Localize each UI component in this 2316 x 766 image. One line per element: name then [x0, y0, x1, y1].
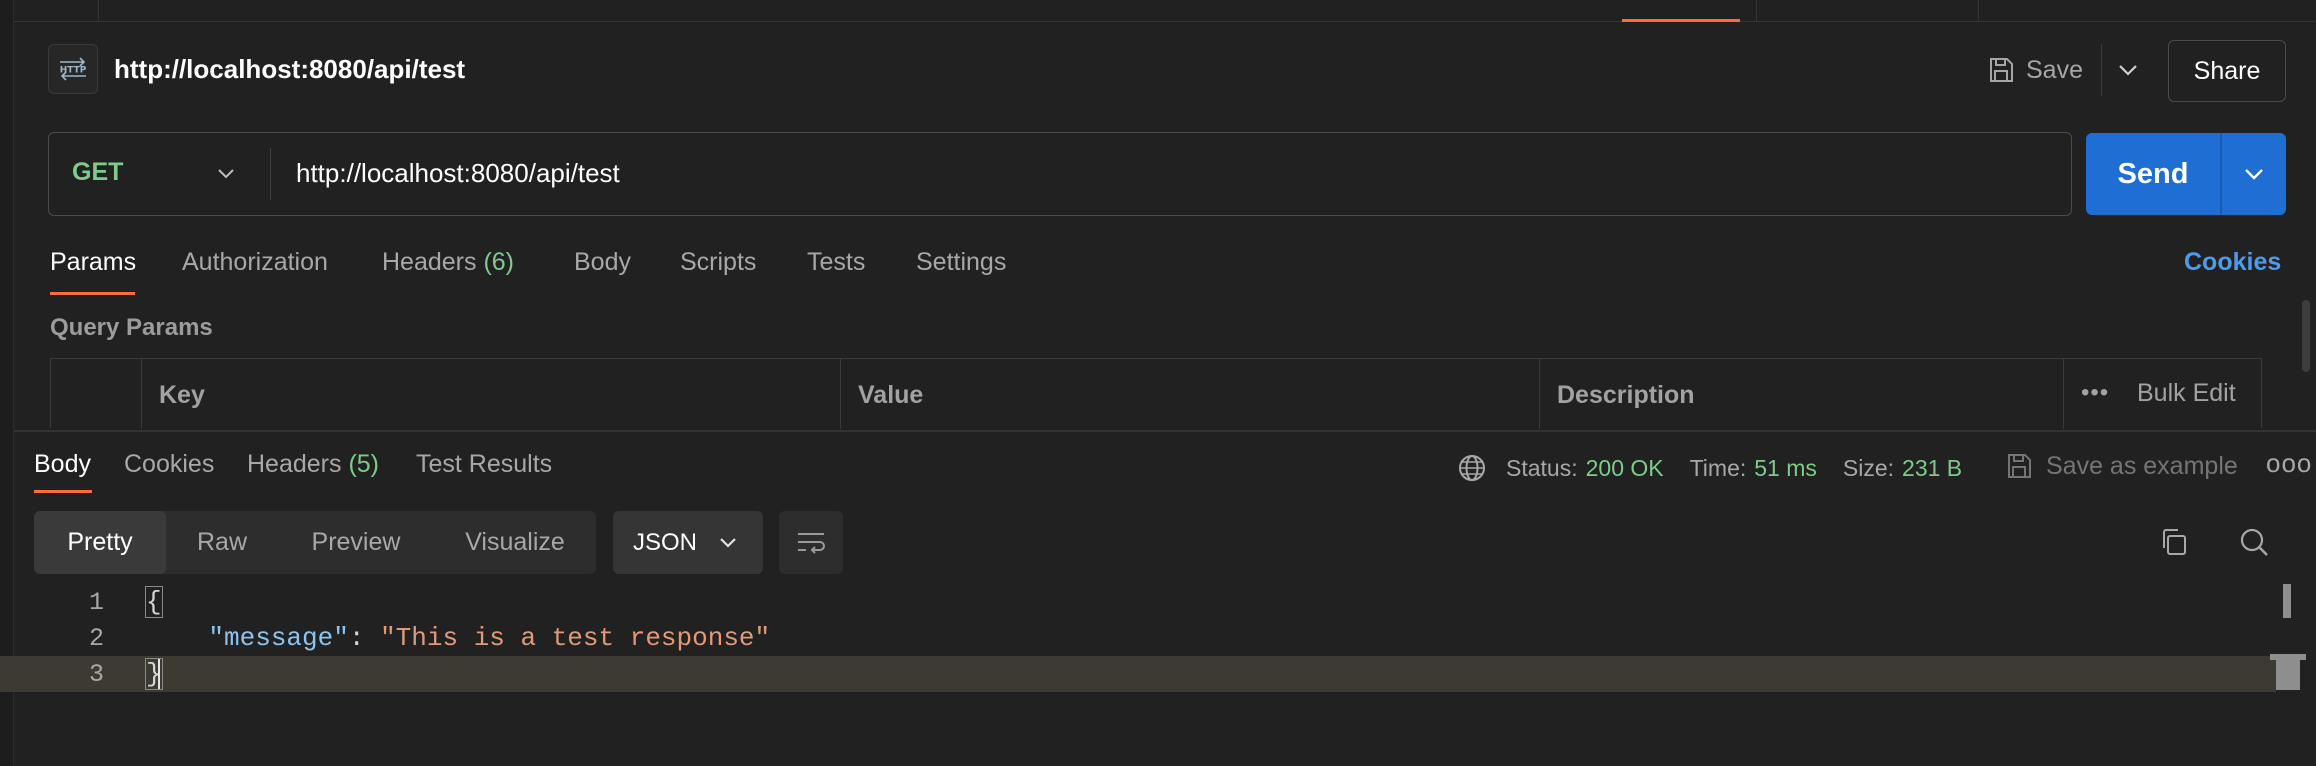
- json-key: "message": [208, 623, 349, 653]
- response-headers-label: Headers: [247, 450, 342, 478]
- cookies-link[interactable]: Cookies: [2184, 248, 2281, 277]
- search-icon[interactable]: [2236, 524, 2272, 560]
- code-text: "message": "This is a test response": [146, 623, 770, 653]
- tab-separator: [98, 0, 99, 22]
- active-tab-indicator: [1622, 19, 1740, 22]
- save-label: Save: [2026, 55, 2083, 84]
- mode-preview[interactable]: Preview: [278, 511, 434, 574]
- globe-icon[interactable]: [1456, 452, 1488, 484]
- more-options-icon[interactable]: •••: [2081, 379, 2109, 407]
- tab-scripts[interactable]: Scripts: [680, 248, 756, 277]
- tab-settings[interactable]: Settings: [916, 248, 1006, 277]
- size-label: Size:: [1842, 454, 1895, 481]
- save-icon: [1990, 58, 2013, 82]
- tab-separator: [1756, 0, 1757, 22]
- format-label: JSON: [633, 528, 698, 556]
- column-header-key: Key: [159, 381, 205, 409]
- text-cursor: [157, 659, 160, 690]
- code-line[interactable]: 1 {: [0, 584, 2276, 620]
- open-brace: {: [145, 586, 163, 618]
- code-line[interactable]: 2 "message": "This is a test response": [0, 620, 2276, 656]
- table-column-divider: [2063, 359, 2064, 429]
- code-text: }: [145, 658, 163, 690]
- response-tab-cookies[interactable]: Cookies: [124, 450, 214, 479]
- url-input[interactable]: [296, 158, 2036, 189]
- save-icon: [2008, 454, 2031, 478]
- format-select[interactable]: JSON: [613, 511, 763, 574]
- headers-count: (6): [483, 248, 515, 276]
- response-status-bar: Status: 200 OK Time: 51 ms Size: 231 B: [1456, 448, 1988, 488]
- copy-icon[interactable]: [2156, 524, 2192, 560]
- response-headers-count: (5): [348, 450, 380, 478]
- table-column-divider: [141, 359, 142, 429]
- method-select[interactable]: GET: [72, 158, 123, 187]
- top-tab-strip: [0, 0, 2316, 22]
- query-params-table: Key Value Description ••• Bulk Edit: [50, 358, 2262, 429]
- mode-raw[interactable]: Raw: [166, 511, 278, 574]
- column-header-description: Description: [1557, 381, 1695, 409]
- table-column-divider: [840, 359, 841, 429]
- save-options-chevron-icon[interactable]: [2112, 52, 2144, 88]
- query-params-title: Query Params: [50, 314, 213, 341]
- wrap-icon: [798, 532, 825, 554]
- editor-scrollbar-thumb[interactable]: [2276, 654, 2300, 690]
- response-tab-test-results[interactable]: Test Results: [416, 450, 552, 479]
- bulk-edit-button[interactable]: Bulk Edit: [2137, 379, 2236, 408]
- chevron-down-icon: [720, 537, 736, 548]
- chevron-down-icon[interactable]: [212, 158, 240, 190]
- share-button[interactable]: Share: [2168, 40, 2286, 102]
- tab-authorization[interactable]: Authorization: [182, 248, 328, 277]
- tab-body[interactable]: Body: [574, 248, 631, 277]
- pane-splitter[interactable]: [14, 430, 2316, 432]
- code-text: {: [145, 586, 163, 618]
- tab-separator: [1978, 0, 1979, 22]
- time-value[interactable]: 51 ms: [1754, 455, 1817, 482]
- response-tab-body[interactable]: Body: [34, 450, 91, 479]
- wrap-lines-button[interactable]: [779, 511, 843, 574]
- table-column-divider: [1539, 359, 1540, 429]
- divider: [2101, 44, 2102, 96]
- active-tab-underline: [50, 292, 135, 295]
- scrollbar-marker: [2283, 584, 2291, 618]
- svg-text:HTTP: HTTP: [60, 66, 87, 76]
- size-value[interactable]: 231 B: [1902, 455, 1962, 482]
- tab-headers-label: Headers: [382, 248, 477, 276]
- divider: [270, 148, 271, 200]
- tab-headers[interactable]: Headers (6): [382, 248, 514, 277]
- status-value[interactable]: 200 OK: [1586, 455, 1664, 482]
- send-label[interactable]: Send: [2086, 133, 2220, 215]
- line-number: 2: [88, 624, 104, 653]
- more-options-icon[interactable]: ooo: [2266, 448, 2312, 479]
- tab-tests[interactable]: Tests: [807, 248, 865, 277]
- mode-pretty[interactable]: Pretty: [34, 511, 166, 574]
- save-button[interactable]: Save: [1986, 52, 2083, 88]
- send-options-chevron-icon[interactable]: [2222, 133, 2286, 215]
- column-header-value: Value: [858, 381, 924, 409]
- response-tab-headers[interactable]: Headers (5): [247, 450, 379, 479]
- tab-params[interactable]: Params: [50, 248, 136, 277]
- mode-visualize[interactable]: Visualize: [434, 511, 596, 574]
- save-as-example-button[interactable]: Save as example: [2004, 446, 2238, 486]
- request-scrollbar[interactable]: [2302, 300, 2310, 372]
- status-label: Status:: [1506, 454, 1578, 481]
- json-string-value: "This is a test response": [380, 623, 771, 653]
- line-number: 3: [88, 660, 104, 689]
- request-title[interactable]: http://localhost:8080/api/test: [114, 54, 465, 85]
- time-label: Time:: [1689, 454, 1747, 481]
- code-line-active[interactable]: 3 }: [0, 656, 2276, 692]
- line-number: 1: [88, 588, 104, 617]
- json-colon: :: [348, 623, 381, 653]
- save-as-example-label: Save as example: [2046, 451, 2238, 480]
- active-tab-underline: [34, 490, 92, 493]
- http-icon: HTTP: [48, 44, 98, 94]
